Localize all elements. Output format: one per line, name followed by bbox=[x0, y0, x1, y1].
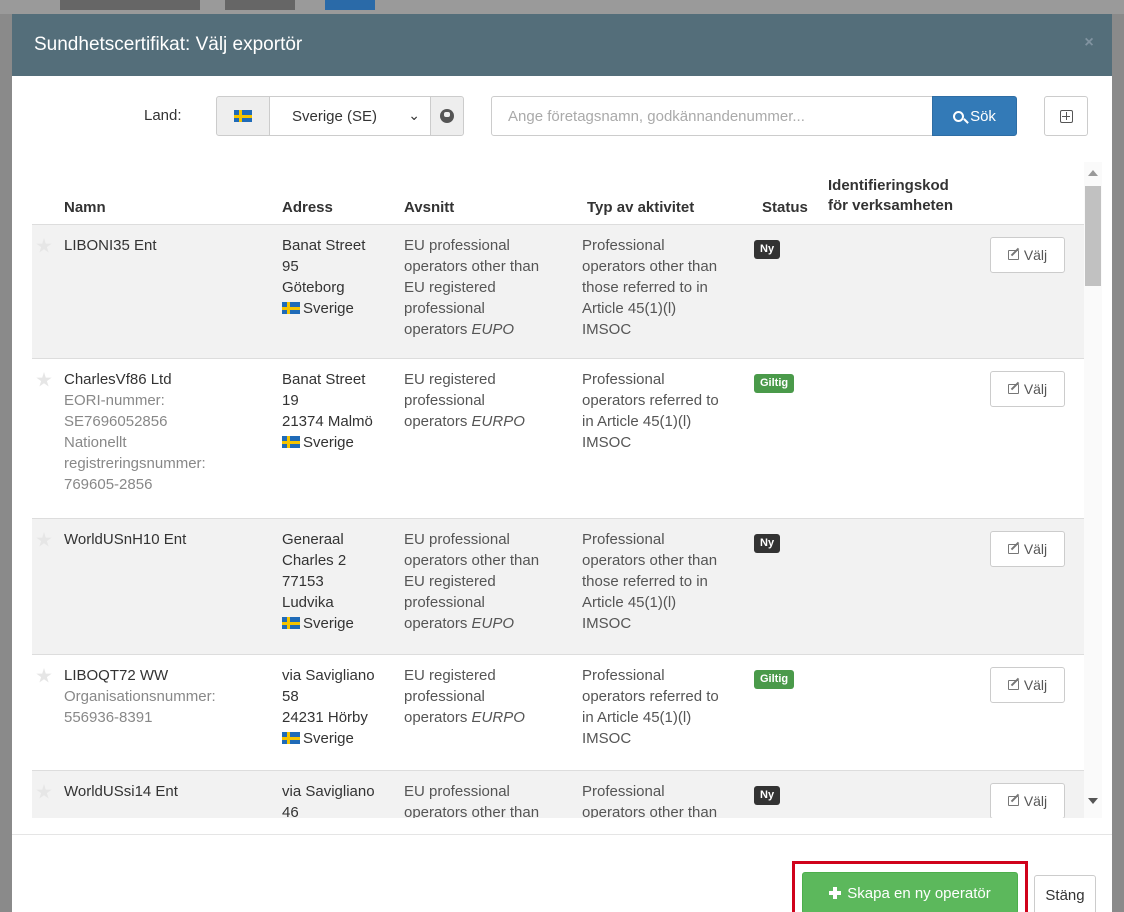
header-section: Avsnitt bbox=[404, 199, 455, 216]
operator-address: via Savigliano 46 bbox=[282, 783, 375, 818]
table-scrollbar[interactable] bbox=[1084, 162, 1102, 818]
favorite-star-icon[interactable] bbox=[36, 532, 52, 547]
status-badge: Giltig bbox=[754, 670, 795, 689]
plus-square-icon bbox=[1059, 109, 1073, 123]
country-select[interactable]: Sverige (SE) ⌄ bbox=[269, 96, 431, 136]
country-flag-addon bbox=[216, 96, 270, 136]
table-row: LIBONI35 Ent Banat Street 95 Göteborg Sv… bbox=[32, 224, 1084, 358]
table-header: Namn Adress Avsnitt Typ av aktivitet Sta… bbox=[32, 162, 1084, 224]
header-address: Adress bbox=[282, 199, 333, 216]
search-input[interactable] bbox=[491, 96, 933, 136]
operator-section: EU professional operators other than EU … bbox=[404, 531, 540, 632]
operator-activity: Professional operators referred to in Ar… bbox=[582, 371, 719, 451]
operator-address: Banat Street 95 Göteborg Sverige bbox=[282, 237, 366, 317]
operator-section: EU registered professional operators EUR… bbox=[404, 667, 525, 726]
chevron-down-icon: ⌄ bbox=[408, 107, 420, 123]
operator-activity: Professional operators other than those … bbox=[582, 237, 718, 338]
operators-table: Namn Adress Avsnitt Typ av aktivitet Sta… bbox=[32, 162, 1084, 818]
exporter-select-modal: Sundhetscertifikat: Välj exportör × Land… bbox=[12, 14, 1112, 912]
operator-address: via Savigliano 58 24231 Hörby Sverige bbox=[282, 667, 375, 747]
background-left-edge bbox=[0, 14, 12, 912]
header-idcode: Identifieringskod för verksamheten bbox=[828, 177, 954, 214]
background-right-edge bbox=[1112, 14, 1124, 912]
globe-button[interactable] bbox=[430, 96, 464, 136]
operator-section: EU professional operators other than EU … bbox=[404, 237, 540, 338]
modal-footer: Skapa en ny operatör Stäng bbox=[12, 834, 1112, 912]
header-status: Status bbox=[762, 199, 808, 216]
table-row: CharlesVf86 Ltd EORI-nummer: SE769605285… bbox=[32, 358, 1084, 518]
operator-name: WorldUSsi14 Ent bbox=[64, 783, 178, 800]
search-button-label: Sök bbox=[970, 107, 996, 125]
operator-name: LIBONI35 Ent bbox=[64, 237, 157, 254]
sweden-flag-icon bbox=[234, 110, 252, 122]
table-row: WorldUSsi14 Ent via Savigliano 46 EU pro… bbox=[32, 770, 1084, 818]
header-activity: Typ av aktivitet bbox=[587, 199, 695, 216]
operator-activity: Professional operators referred to in Ar… bbox=[582, 667, 719, 747]
background-page-strip bbox=[0, 0, 1124, 14]
edit-icon bbox=[1007, 680, 1019, 690]
operator-name: CharlesVf86 Ltd EORI-nummer: SE769605285… bbox=[64, 371, 206, 493]
close-icon[interactable]: × bbox=[1080, 34, 1098, 52]
operator-activity: Professional operators other than those … bbox=[582, 531, 718, 632]
sweden-flag-icon bbox=[282, 617, 300, 629]
edit-icon bbox=[1007, 796, 1019, 806]
operator-activity: Professional operators other than bbox=[582, 783, 718, 818]
search-icon bbox=[953, 110, 965, 122]
header-name: Namn bbox=[64, 199, 106, 216]
operator-section: EU professional operators other than bbox=[404, 783, 540, 818]
status-badge: Ny bbox=[754, 534, 781, 553]
favorite-star-icon[interactable] bbox=[36, 668, 52, 683]
table-row: WorldUSnH10 Ent Generaal Charles 2 77153… bbox=[32, 518, 1084, 654]
edit-icon bbox=[1007, 384, 1019, 394]
operator-section: EU registered professional operators EUR… bbox=[404, 371, 525, 430]
status-badge: Ny bbox=[754, 786, 781, 805]
search-button[interactable]: Sök bbox=[932, 96, 1017, 136]
favorite-star-icon[interactable] bbox=[36, 784, 52, 799]
edit-icon bbox=[1007, 250, 1019, 260]
scrollbar-thumb[interactable] bbox=[1085, 186, 1101, 286]
select-button[interactable]: Välj bbox=[990, 531, 1065, 567]
scroll-up-icon[interactable] bbox=[1088, 170, 1098, 176]
expand-button[interactable] bbox=[1044, 96, 1088, 136]
sweden-flag-icon bbox=[282, 436, 300, 448]
table-row: LIBOQT72 WW Organisationsnummer: 556936-… bbox=[32, 654, 1084, 770]
create-operator-button[interactable]: Skapa en ny operatör bbox=[802, 872, 1018, 912]
favorite-star-icon[interactable] bbox=[36, 238, 52, 253]
status-badge: Ny bbox=[754, 240, 781, 259]
land-label: Land: bbox=[144, 107, 182, 124]
modal-title: Sundhetscertifikat: Välj exportör bbox=[34, 34, 303, 55]
select-button[interactable]: Välj bbox=[990, 667, 1065, 703]
edit-icon bbox=[1007, 544, 1019, 554]
plus-icon bbox=[829, 887, 842, 899]
favorite-star-icon[interactable] bbox=[36, 372, 52, 387]
modal-header: Sundhetscertifikat: Välj exportör × bbox=[12, 14, 1112, 76]
select-button[interactable]: Välj bbox=[990, 371, 1065, 407]
globe-icon bbox=[440, 109, 454, 123]
operator-name: WorldUSnH10 Ent bbox=[64, 531, 187, 548]
select-button[interactable]: Välj bbox=[990, 783, 1065, 818]
sweden-flag-icon bbox=[282, 732, 300, 744]
operator-address: Banat Street 19 21374 Malmö Sverige bbox=[282, 371, 373, 451]
scroll-down-icon[interactable] bbox=[1088, 798, 1098, 804]
country-select-value: Sverige (SE) bbox=[292, 107, 378, 125]
close-button[interactable]: Stäng bbox=[1034, 875, 1096, 912]
sweden-flag-icon bbox=[282, 302, 300, 314]
search-row: Land: Sverige (SE) ⌄ Sök bbox=[12, 96, 1112, 136]
select-button[interactable]: Välj bbox=[990, 237, 1065, 273]
status-badge: Giltig bbox=[754, 374, 795, 393]
operator-address: Generaal Charles 2 77153 Ludvika Sverige bbox=[282, 531, 354, 632]
operator-name: LIBOQT72 WW Organisationsnummer: 556936-… bbox=[64, 667, 216, 726]
